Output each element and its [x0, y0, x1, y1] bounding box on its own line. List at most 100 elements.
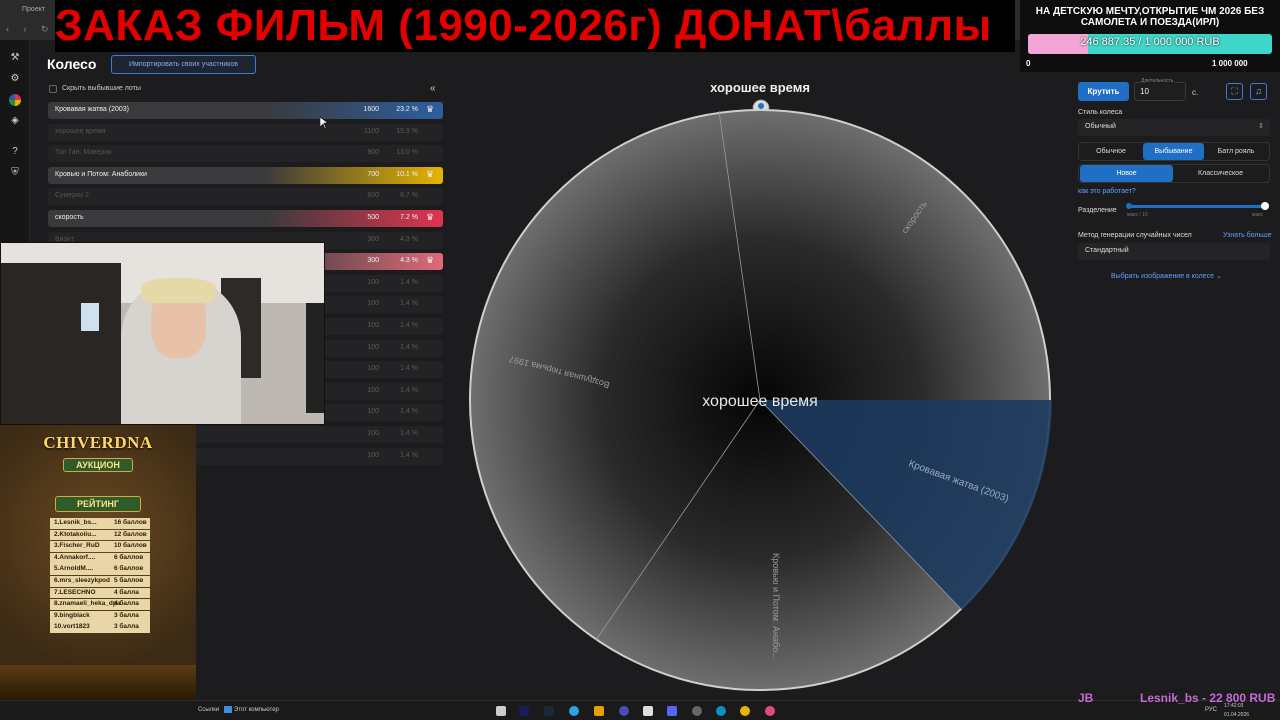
rating-entry-points: 3 балла	[114, 623, 139, 631]
lot-amount[interactable]: 1100	[355, 128, 379, 135]
steam-icon[interactable]	[544, 706, 554, 716]
collapse-panel-icon[interactable]: «	[430, 83, 436, 94]
chevron-updown-icon: ⇕	[1258, 123, 1264, 130]
wheel-icon[interactable]	[9, 94, 21, 106]
music-icon[interactable]: ♫	[1250, 83, 1267, 100]
browser-nav-icons[interactable]: ‹ › ↻	[6, 24, 55, 35]
tab-mode-battle-royale[interactable]: Батл рояль	[1205, 143, 1267, 160]
browser-icon[interactable]	[765, 706, 775, 716]
rating-entry-name: 4.Annakorf....	[54, 553, 96, 561]
lot-amount[interactable]: 500	[355, 214, 379, 221]
spin-button[interactable]: Крутить	[1078, 82, 1129, 101]
edge-icon[interactable]	[716, 706, 726, 716]
keyboard-language[interactable]: РУС	[1205, 707, 1217, 713]
lot-amount[interactable]: 700	[355, 171, 379, 178]
layers-icon[interactable]: ◈	[9, 115, 21, 127]
wheel-style-label: Стиль колеса	[1078, 109, 1123, 116]
lot-amount[interactable]: 300	[355, 257, 379, 264]
lot-amount[interactable]: 100	[355, 322, 379, 329]
lot-row[interactable]: хорошее время 1100 15.9 %	[48, 123, 443, 141]
lot-name: Кровавая жатва (2003)	[55, 106, 130, 113]
telegram-icon[interactable]	[569, 706, 579, 716]
fullscreen-icon[interactable]: ⛶	[1226, 83, 1243, 100]
rating-entry-name: 3.Fischer_RuD	[54, 542, 100, 550]
lot-percent: 15.9 %	[396, 127, 418, 135]
lot-row[interactable]: скорость 500 7.2 % ♛	[48, 210, 443, 227]
rating-entry-name: 1.Lesnik_bs...	[54, 519, 97, 526]
shield-icon[interactable]: ⛨	[9, 167, 21, 179]
trophy-icon[interactable]: ♛	[426, 212, 434, 223]
trophy-icon[interactable]: ♛	[426, 104, 434, 115]
rating-entry-name: 7.LESECHNO	[54, 588, 96, 596]
duration-value[interactable]: 10	[1140, 87, 1149, 96]
wheel-style-select[interactable]: Обычный ⇕	[1078, 119, 1270, 136]
vpn-icon[interactable]	[619, 706, 629, 716]
rating-entry-points: 6 баллов	[114, 553, 144, 561]
discord-icon[interactable]	[667, 706, 677, 716]
lot-row[interactable]: Сумерки 2 600 8.7 %	[48, 188, 443, 206]
lot-amount[interactable]: 900	[355, 149, 379, 156]
trophy-icon[interactable]: ♛	[426, 169, 434, 180]
chrome-icon[interactable]	[740, 706, 750, 716]
lot-row[interactable]: Кровавая жатва (2003) 1600 23.2 % ♛	[48, 102, 443, 119]
app-icon[interactable]	[643, 706, 653, 716]
wheel[interactable]: скорость Воздушная тюрьма 1997 Кровью и …	[468, 108, 1052, 692]
lot-amount[interactable]: 1600	[355, 106, 379, 113]
premiere-icon[interactable]	[519, 706, 529, 716]
hide-eliminated-label: Скрыть выбывшие лоты	[62, 85, 141, 92]
tab-mode-elimination[interactable]: Выбывание	[1143, 143, 1204, 160]
lot-row[interactable]: Топ Ган: Мэверик 900 13.0 %	[48, 145, 443, 163]
lot-amount[interactable]: 100	[355, 452, 379, 459]
lot-name: Кровью и Потом: Анаболики	[55, 170, 147, 178]
trophy-icon[interactable]: ♛	[426, 255, 434, 266]
lot-amount[interactable]: 100	[355, 279, 379, 286]
tab-variant-new[interactable]: Новое	[1080, 165, 1173, 182]
lot-amount[interactable]: 300	[355, 236, 379, 243]
lot-amount[interactable]: 100	[355, 344, 379, 351]
goal-min: 0	[1026, 59, 1031, 68]
clock-date[interactable]: 01.04.2026	[1224, 712, 1249, 718]
split-slider-handle[interactable]	[1261, 202, 1269, 210]
wheel-image-link[interactable]: Выбрать изображение в колесе ⌄	[1111, 272, 1222, 280]
wheel-center-label: хорошее время	[702, 393, 818, 410]
rating-header: РЕЙТИНГ	[55, 496, 141, 512]
tab-variant-classic[interactable]: Классическое	[1174, 165, 1267, 182]
help-icon[interactable]: ?	[9, 146, 21, 158]
computer-icon	[224, 706, 232, 713]
import-participants-button[interactable]: Импортировать своих участников	[111, 55, 256, 74]
rating-entry-points: 4 балла	[114, 600, 139, 608]
hammer-icon[interactable]: ⚒	[9, 52, 21, 64]
lot-percent: 1.4 %	[400, 451, 418, 459]
lot-percent: 1.4 %	[400, 408, 418, 416]
rng-select[interactable]: Стандартный	[1078, 243, 1270, 260]
lot-amount[interactable]: 100	[355, 300, 379, 307]
order-banner: ЗАКАЗ ФИЛЬМ (1990-2026г) ДОНАТ\баллы	[55, 0, 1015, 52]
chevron-down-icon: ⌄	[1215, 273, 1222, 280]
split-slider-track[interactable]	[1128, 205, 1264, 208]
hide-eliminated-checkbox[interactable]	[49, 85, 57, 93]
cursor-icon	[320, 117, 328, 129]
taskbar-links[interactable]: Ссылки	[198, 707, 219, 713]
lot-amount[interactable]: 600	[355, 192, 379, 199]
taskbar-computer[interactable]: Этот компьютер	[234, 707, 279, 713]
rng-learn-more-link[interactable]: Узнать больше	[1223, 232, 1272, 239]
obs-icon[interactable]	[692, 706, 702, 716]
rating-entry-name: 9.bingblack	[54, 611, 90, 619]
rating-entry-points: 5 баллов	[114, 576, 144, 584]
lot-amount[interactable]: 100	[355, 365, 379, 372]
search-icon[interactable]	[496, 706, 506, 716]
tab-mode-normal[interactable]: Обычное	[1080, 143, 1142, 160]
lot-percent: 1.4 %	[400, 430, 418, 437]
lot-amount[interactable]: 100	[355, 387, 379, 394]
rating-entry: 9.bingblack 3 балла	[50, 610, 150, 622]
lot-percent: 1.4 %	[400, 322, 418, 329]
lot-amount[interactable]: 100	[355, 430, 379, 437]
split-label: Разделение	[1078, 207, 1117, 214]
rating-entry: 7.LESECHNO 4 балла	[50, 587, 150, 599]
lot-amount[interactable]: 100	[355, 408, 379, 415]
goal-amount: 246 887.35 / 1 000 000 RUB	[1080, 36, 1220, 48]
gear-icon[interactable]: ⚙	[9, 73, 21, 85]
how-it-works-link[interactable]: как это работает?	[1078, 188, 1136, 195]
settings-icon[interactable]	[594, 706, 604, 716]
lot-row[interactable]: Кровью и Потом: Анаболики 700 10.1 % ♛	[48, 166, 443, 184]
